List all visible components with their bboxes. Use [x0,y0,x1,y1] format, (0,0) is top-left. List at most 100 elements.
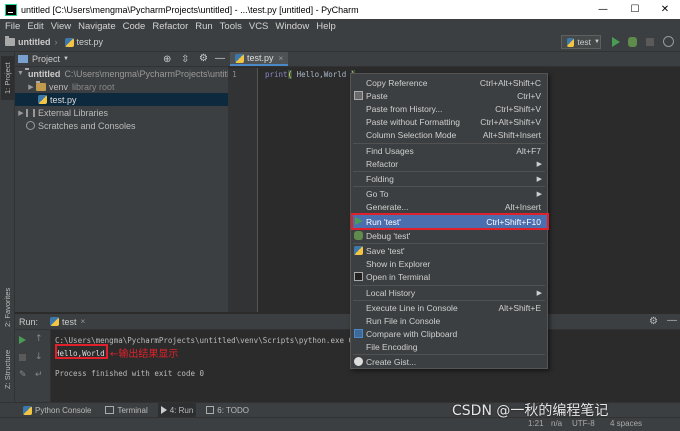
soft-wrap-icon[interactable]: ↵ [35,370,43,380]
editor-tab-test-py[interactable]: test.py × [230,52,289,66]
menu-item-label: Local History [366,287,416,298]
close-button[interactable]: ✕ [648,0,680,19]
menu-item-copy-reference[interactable]: Copy Reference Ctrl+Alt+Shift+C [351,76,547,89]
run-icon[interactable] [612,37,620,47]
menu-vcs[interactable]: VCS [249,21,269,32]
menu-window[interactable]: Window [275,21,309,32]
tab-label: 4: Run [169,405,194,415]
gear-icon[interactable]: ⚙ [199,53,208,64]
menu-file[interactable]: File [5,21,20,32]
hide-icon[interactable]: — [215,53,225,64]
locate-icon[interactable]: ⊕ [163,54,171,65]
close-tab-icon[interactable]: × [81,317,86,326]
collapse-icon[interactable]: ⇳ [181,54,189,65]
status-caret-position[interactable]: 1:21 [528,419,544,428]
menu-item-label: Paste without Formatting [366,116,461,127]
tree-item-label: Scratches and Consoles [38,120,136,131]
code-line[interactable]: print( Hello,World ) [265,70,356,79]
menu-bar: File Edit View Navigate Code Refactor Ru… [0,19,680,33]
wrench-icon[interactable]: ✎ [19,370,27,380]
tree-item-scratches[interactable]: Scratches and Consoles [15,119,228,132]
menu-item-debug-test[interactable]: Debug 'test' [351,229,547,242]
project-panel-header: Project ▼ ⊕ ⇳ ⚙ — [15,52,228,67]
menu-item-execute-line-in-console[interactable]: Execute Line in Console Alt+Shift+E [351,301,547,314]
menu-item-column-selection-mode[interactable]: Column Selection Mode Alt+Shift+Insert [351,128,547,141]
tab-run[interactable]: 4: Run [157,403,197,417]
tab-terminal[interactable]: Terminal [105,406,148,415]
tab-python-console[interactable]: Python Console [20,405,91,415]
python-file-icon [64,37,74,47]
arrow-up-icon[interactable]: ↑ [35,334,43,344]
chevron-right-icon: ▶ [18,109,24,117]
menu-item-create-gist[interactable]: Create Gist... [351,355,547,368]
tree-item-venv[interactable]: ▶ venv library root [15,80,228,93]
project-panel-title[interactable]: Project [32,54,60,64]
left-tool-strip: 1: Project 2: Favorites Z: Structure [0,52,15,402]
tab-structure[interactable]: Z: Structure [1,344,14,394]
menu-item-label: Create Gist... [366,356,417,367]
menu-item-generate[interactable]: Generate... Alt+Insert [351,200,547,213]
python-icon [354,246,363,255]
run-tab[interactable]: test [62,317,77,327]
status-indent[interactable]: 4 spaces [610,419,642,428]
menu-item-paste-from-history[interactable]: Paste from History... Ctrl+Shift+V [351,102,547,115]
menu-refactor[interactable]: Refactor [152,21,188,32]
hide-icon[interactable]: — [667,315,677,326]
arrow-down-icon[interactable]: ↓ [35,352,43,362]
breadcrumb-file[interactable]: test.py [77,37,104,47]
menu-item-save-test[interactable]: Save 'test' [351,244,547,257]
status-encoding[interactable]: UTF-8 [572,419,595,428]
close-tab-icon[interactable]: × [279,54,284,63]
stop-icon[interactable] [19,354,26,361]
stop-icon[interactable] [646,38,654,46]
line-number-gutter: 1 [228,68,258,312]
output-highlight-box [55,344,108,359]
tree-item-untitled[interactable]: ▼ untitled C:\Users\mengma\PycharmProjec… [15,67,228,80]
maximize-button[interactable]: ☐ [618,0,652,19]
menu-item-show-in-explorer[interactable]: Show in Explorer [351,257,547,270]
menu-item-label: Execute Line in Console [366,302,458,313]
menu-item-paste[interactable]: Paste Ctrl+V [351,89,547,102]
menu-item-file-encoding[interactable]: File Encoding [351,340,547,353]
debug-icon[interactable] [628,37,637,47]
run-config-select[interactable]: test ▼ [561,35,601,49]
menu-item-refactor[interactable]: Refactor ▶ [351,157,547,170]
menu-item-find-usages[interactable]: Find Usages Alt+F7 [351,144,547,157]
search-icon[interactable] [663,36,674,47]
menu-item-label: Debug 'test' [366,230,411,241]
output-annotation: ←输出结果显示 [110,349,179,360]
status-line-separator[interactable]: n/a [551,419,562,428]
menu-navigate[interactable]: Navigate [78,21,116,32]
minimize-button[interactable]: — [586,0,620,19]
menu-code[interactable]: Code [123,21,146,32]
chevron-down-icon[interactable]: ▼ [63,56,69,62]
menu-view[interactable]: View [51,21,71,32]
menu-tools[interactable]: Tools [220,21,242,32]
python-file-icon [38,95,47,104]
compare-icon [354,329,363,338]
tab-project[interactable]: 1: Project [1,56,14,100]
menu-item-compare-with-clipboard[interactable]: Compare with Clipboard [351,327,547,340]
menu-item-go-to[interactable]: Go To ▶ [351,187,547,200]
gear-icon[interactable]: ⚙ [649,316,658,327]
breadcrumb-project[interactable]: untitled [18,37,51,47]
menu-edit[interactable]: Edit [27,21,43,32]
tree-item-external-libraries[interactable]: ▶ External Libraries [15,106,228,119]
menu-item-folding[interactable]: Folding ▶ [351,172,547,185]
run-panel-label: Run: [19,316,39,327]
menu-run[interactable]: Run [195,21,212,32]
tree-item-test-py[interactable]: test.py [15,93,228,106]
submenu-arrow-icon: ▶ [536,160,542,168]
menu-item-open-in-terminal[interactable]: Open in Terminal [351,270,547,283]
menu-item-local-history[interactable]: Local History ▶ [351,286,547,299]
menu-item-run-file-in-console[interactable]: Run File in Console [351,314,547,327]
tab-favorites[interactable]: 2: Favorites [1,284,14,330]
menu-item-label: Column Selection Mode [366,129,457,140]
menu-help[interactable]: Help [316,21,336,32]
menu-item-label: Save 'test' [366,245,405,256]
menu-item-paste-without-formatting[interactable]: Paste without Formatting Ctrl+Alt+Shift+V [351,115,547,128]
chevron-down-icon: ▼ [17,70,24,77]
tab-todo[interactable]: 6: TODO [206,406,249,415]
run-highlight-box [351,213,549,230]
rerun-icon[interactable] [19,336,26,344]
